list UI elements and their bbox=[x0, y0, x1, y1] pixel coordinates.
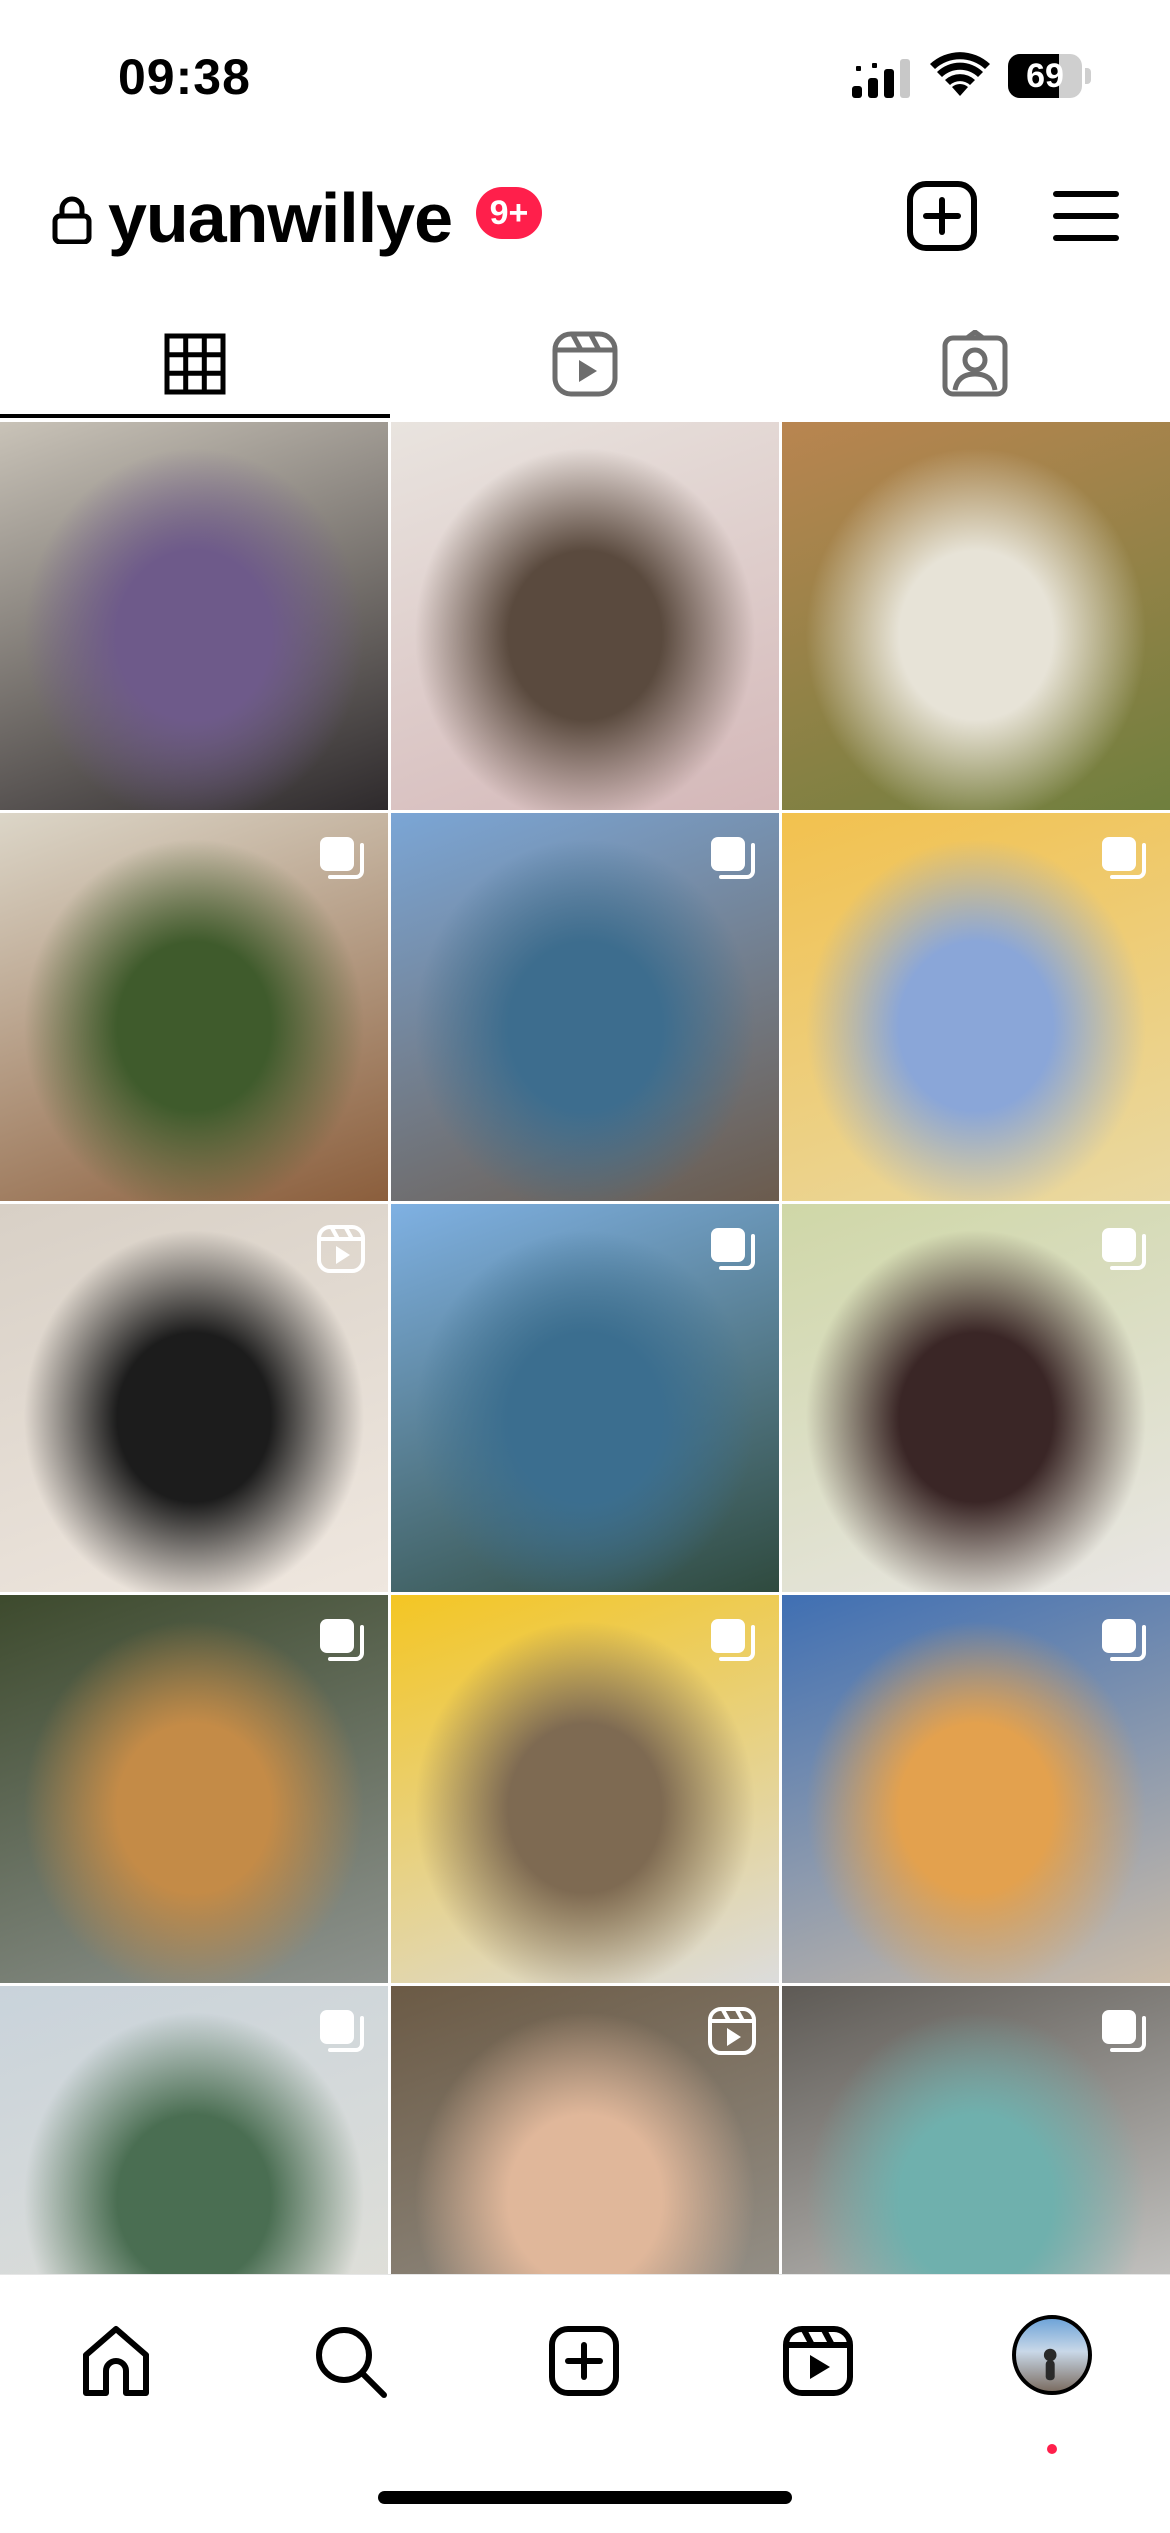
menu-icon[interactable] bbox=[1050, 180, 1122, 252]
home-indicator[interactable] bbox=[378, 2491, 792, 2504]
grid-post[interactable] bbox=[391, 813, 779, 1201]
carousel-overlay-icon bbox=[1102, 1228, 1146, 1270]
carousel-overlay-icon bbox=[320, 2010, 364, 2052]
grid-post[interactable] bbox=[391, 1204, 779, 1592]
grid-post[interactable] bbox=[391, 1595, 779, 1983]
profile-tabs bbox=[0, 310, 1170, 418]
avatar[interactable] bbox=[1012, 2315, 1092, 2395]
grid-post[interactable] bbox=[0, 1204, 388, 1592]
tagged-icon bbox=[942, 330, 1008, 397]
profile-username[interactable]: yuanwillye bbox=[108, 178, 453, 258]
grid-post[interactable] bbox=[782, 813, 1170, 1201]
status-bar: 09:38 69 bbox=[0, 0, 1170, 150]
nav-reels[interactable] bbox=[778, 2321, 858, 2401]
status-time: 09:38 bbox=[118, 49, 251, 105]
grid-post[interactable] bbox=[391, 422, 779, 810]
wifi-icon bbox=[930, 52, 990, 96]
reel-overlay-icon bbox=[708, 2007, 756, 2055]
grid-post[interactable] bbox=[782, 1204, 1170, 1592]
carousel-overlay-icon bbox=[1102, 2010, 1146, 2052]
grid-post[interactable] bbox=[0, 813, 388, 1201]
grid-post[interactable] bbox=[391, 1986, 779, 2274]
profile-notification-dot bbox=[1047, 2444, 1057, 2454]
grid-post[interactable] bbox=[0, 1986, 388, 2274]
tab-reels[interactable] bbox=[390, 310, 780, 418]
carousel-overlay-icon bbox=[711, 1619, 755, 1661]
reels-icon bbox=[783, 2326, 853, 2396]
carousel-overlay-icon bbox=[711, 1228, 755, 1270]
battery-icon: 69 bbox=[1008, 54, 1092, 98]
reels-icon bbox=[552, 331, 618, 397]
tab-posts-grid[interactable] bbox=[0, 310, 390, 418]
nav-home[interactable] bbox=[76, 2321, 156, 2401]
grid-post[interactable] bbox=[0, 1595, 388, 1983]
grid-post[interactable] bbox=[782, 1595, 1170, 1983]
grid-post[interactable] bbox=[0, 422, 388, 810]
grid-post[interactable] bbox=[782, 422, 1170, 810]
carousel-overlay-icon bbox=[711, 837, 755, 879]
battery-level: 69 bbox=[1026, 57, 1064, 95]
posts-grid bbox=[0, 422, 1170, 2274]
lock-icon bbox=[52, 196, 92, 244]
home-icon bbox=[83, 2326, 149, 2396]
avatar-person-icon bbox=[1043, 2348, 1057, 2381]
notification-badge[interactable]: 9+ bbox=[476, 187, 542, 239]
carousel-overlay-icon bbox=[1102, 1619, 1146, 1661]
reel-overlay-icon bbox=[317, 1225, 365, 1273]
create-icon bbox=[549, 2326, 619, 2396]
grid-post[interactable] bbox=[782, 1986, 1170, 2274]
carousel-overlay-icon bbox=[320, 837, 364, 879]
carousel-overlay-icon bbox=[320, 1619, 364, 1661]
signal-icon bbox=[852, 59, 910, 98]
profile-header: yuanwillye 9+ bbox=[0, 160, 1170, 270]
nav-create[interactable] bbox=[544, 2321, 624, 2401]
search-icon bbox=[316, 2327, 387, 2398]
tab-selected-indicator bbox=[0, 414, 390, 418]
nav-search[interactable] bbox=[310, 2321, 390, 2401]
tab-tagged[interactable] bbox=[780, 310, 1170, 418]
carousel-overlay-icon bbox=[1102, 837, 1146, 879]
grid-icon bbox=[164, 333, 226, 395]
create-post-icon[interactable] bbox=[906, 180, 978, 252]
